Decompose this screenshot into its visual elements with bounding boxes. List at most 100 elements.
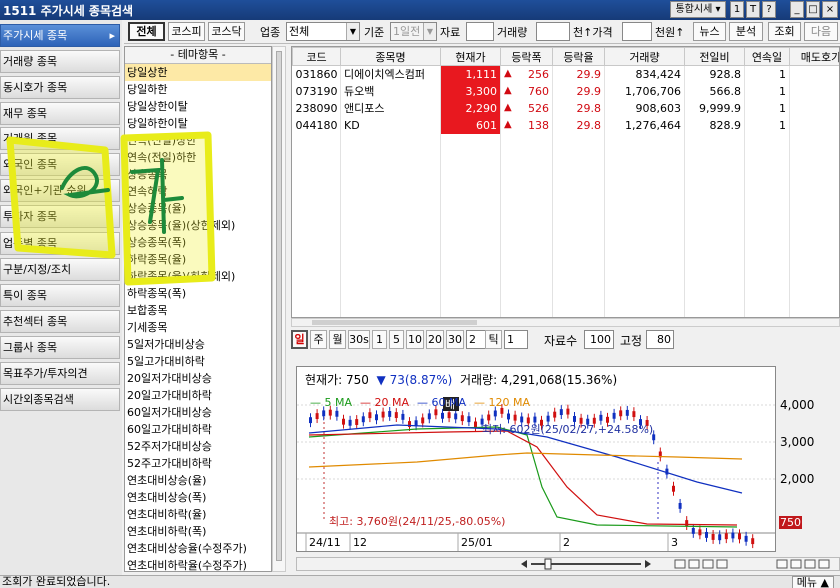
sidebar-item-designation[interactable]: 구분/지정/조치: [0, 258, 120, 281]
table-row[interactable]: 238090 앤디포스 2,290 ▲ 526 29.8 908,603 9,999.9 1: [292, 99, 839, 117]
period-5min-button[interactable]: 5: [389, 330, 404, 349]
theme-item[interactable]: 연초대비상승(율): [125, 472, 271, 489]
theme-item[interactable]: 연초대비상승율(수정주가): [125, 540, 271, 557]
theme-item[interactable]: 연초대비하락율(수정주가): [125, 557, 271, 571]
count-input[interactable]: 100: [584, 330, 614, 349]
sidebar-item-special[interactable]: 특이 종목: [0, 284, 120, 307]
period-10min-button[interactable]: 10: [406, 330, 424, 349]
volume-input[interactable]: [536, 22, 570, 41]
tb-button-1[interactable]: 1: [730, 1, 744, 18]
column-header[interactable]: 등락폭: [500, 47, 553, 66]
scrollbar-thumb[interactable]: [312, 320, 477, 325]
market-kosdaq-button[interactable]: 코스닥: [208, 22, 245, 41]
sidebar-item-recommended[interactable]: 추천섹터 종목: [0, 310, 120, 333]
period-30s-button[interactable]: 30s: [348, 330, 370, 349]
menu-button[interactable]: 메뉴 ▲: [791, 576, 834, 588]
sidebar-item-finance[interactable]: 재무 종목: [0, 102, 120, 125]
chart-label: 최저: 602원(25/02/27,+24.58%): [482, 423, 653, 436]
table-row[interactable]: 044180 KD 601 ▲ 138 29.8 1,276,464 828.9 1: [292, 116, 839, 134]
sidebar-item-target-price[interactable]: 목표주가/투자의견: [0, 362, 120, 385]
column-header[interactable]: 연속일: [744, 47, 790, 66]
market-kospi-button[interactable]: 코스피: [168, 22, 205, 41]
combined-quote-dropdown[interactable]: 통합시세 ▾: [670, 1, 726, 18]
price-input[interactable]: [622, 22, 652, 41]
analysis-button[interactable]: 분석: [729, 22, 763, 41]
theme-item[interactable]: 당일상한: [125, 64, 271, 81]
theme-item[interactable]: 연속(전일)하한: [125, 149, 271, 166]
maximize-button[interactable]: □: [806, 1, 820, 18]
table-row[interactable]: 031860 디에이치엑스컴퍼 1,111 ▲ 256 29.9 834,424 928.8 1: [292, 65, 839, 83]
period-30min-button[interactable]: 30: [446, 330, 464, 349]
sidebar-item-group[interactable]: 그룹사 종목: [0, 336, 120, 359]
period-20min-button[interactable]: 20: [426, 330, 444, 349]
theme-item[interactable]: 연속(전일)상한: [125, 132, 271, 149]
sidebar-item-foreign[interactable]: 외국인 종목: [0, 153, 120, 176]
column-header[interactable]: 전일비: [684, 47, 745, 66]
sector-select[interactable]: 전체 ▼: [286, 22, 360, 41]
basis-select[interactable]: 1일전 ▼: [390, 22, 437, 41]
fixed-input[interactable]: 80: [646, 330, 674, 349]
period-day-button[interactable]: 일: [291, 330, 308, 349]
theme-item[interactable]: 5일고가대비하락: [125, 353, 271, 370]
period-month-button[interactable]: 월: [329, 330, 346, 349]
theme-item[interactable]: 52주저가대비상승: [125, 438, 271, 455]
theme-item[interactable]: 기세종목: [125, 319, 271, 336]
period-custom-input[interactable]: 2: [466, 330, 486, 349]
theme-item[interactable]: 5일저가대비상승: [125, 336, 271, 353]
theme-item[interactable]: 20일고가대비하락: [125, 387, 271, 404]
theme-item[interactable]: 60일고가대비하락: [125, 421, 271, 438]
theme-item[interactable]: 하락종목(폭): [125, 285, 271, 302]
price-chart[interactable]: 최고: 3,760원(24/11/25,-80.05%) 최저: 602원(25/…: [296, 366, 776, 552]
theme-item[interactable]: 당일하한: [125, 81, 271, 98]
sidebar-item-volume[interactable]: 거래량 종목: [0, 50, 120, 73]
tb-button-t[interactable]: T: [746, 1, 760, 18]
theme-item[interactable]: 하락종목(율)(하한제외): [125, 268, 271, 285]
scrollbar-thumb[interactable]: [276, 51, 282, 561]
theme-item[interactable]: 52주고가대비하락: [125, 455, 271, 472]
theme-list-scrollbar[interactable]: [272, 46, 286, 572]
column-header[interactable]: 매도호가: [789, 47, 839, 66]
period-1min-button[interactable]: 1: [372, 330, 387, 349]
period-week-button[interactable]: 주: [310, 330, 327, 349]
column-header[interactable]: 현재가: [440, 47, 501, 66]
sidebar-item-foreign-institution[interactable]: 외국인+기관 순위: [0, 179, 120, 202]
theme-item[interactable]: 당일상한이탈: [125, 98, 271, 115]
theme-item[interactable]: 상승종목(폭): [125, 234, 271, 251]
candle-body: [606, 416, 609, 423]
column-header[interactable]: 코드: [292, 47, 341, 66]
column-header[interactable]: 종목명: [340, 47, 441, 66]
sidebar-item-sector[interactable]: 업종별 종목: [0, 232, 120, 255]
query-button[interactable]: 조회: [768, 22, 801, 41]
news-button[interactable]: 뉴스: [693, 22, 726, 41]
theme-item[interactable]: 하락종목(율): [125, 251, 271, 268]
theme-item[interactable]: 20일저가대비상승: [125, 370, 271, 387]
close-button[interactable]: ×: [822, 1, 838, 18]
theme-item[interactable]: 연초대비상승(폭): [125, 489, 271, 506]
sidebar-item-price[interactable]: 주가시세 종목 ▸: [0, 24, 120, 47]
theme-item[interactable]: 연초대비하락(폭): [125, 523, 271, 540]
help-button[interactable]: ?: [762, 1, 776, 18]
column-header[interactable]: 거래량: [604, 47, 685, 66]
tick-input[interactable]: 1: [504, 330, 528, 349]
theme-item[interactable]: 상승종목: [125, 166, 271, 183]
theme-item[interactable]: 60일저가대비상승: [125, 404, 271, 421]
data-input[interactable]: [466, 22, 494, 41]
sidebar-item-after-hours[interactable]: 시간외종목검색: [0, 388, 120, 411]
theme-item[interactable]: 상승종목(율): [125, 200, 271, 217]
next-button[interactable]: 다음: [804, 22, 838, 41]
theme-item[interactable]: 상승종목(율)(상한제외): [125, 217, 271, 234]
theme-item[interactable]: 연속하락: [125, 183, 271, 200]
sidebar-item-investor[interactable]: 투자자 종목: [0, 205, 120, 228]
market-all-button[interactable]: 전체: [128, 22, 165, 41]
theme-item[interactable]: 보합종목: [125, 302, 271, 319]
table-row[interactable]: 073190 듀오백 3,300 ▲ 760 29.9 1,706,706 566.8 1: [292, 82, 839, 100]
theme-item[interactable]: 당일하한이탈: [125, 115, 271, 132]
sidebar-item-broker[interactable]: 거래원 종목: [0, 127, 120, 150]
tick-button[interactable]: 틱: [485, 330, 502, 349]
column-header[interactable]: 등락율: [552, 47, 605, 66]
grid-horizontal-scrollbar[interactable]: [291, 318, 840, 327]
theme-item[interactable]: 연초대비하락(율): [125, 506, 271, 523]
sidebar-item-simultaneous[interactable]: 동시호가 종목: [0, 76, 120, 99]
minimize-button[interactable]: _: [790, 1, 804, 18]
chart-navigator[interactable]: [296, 557, 840, 571]
